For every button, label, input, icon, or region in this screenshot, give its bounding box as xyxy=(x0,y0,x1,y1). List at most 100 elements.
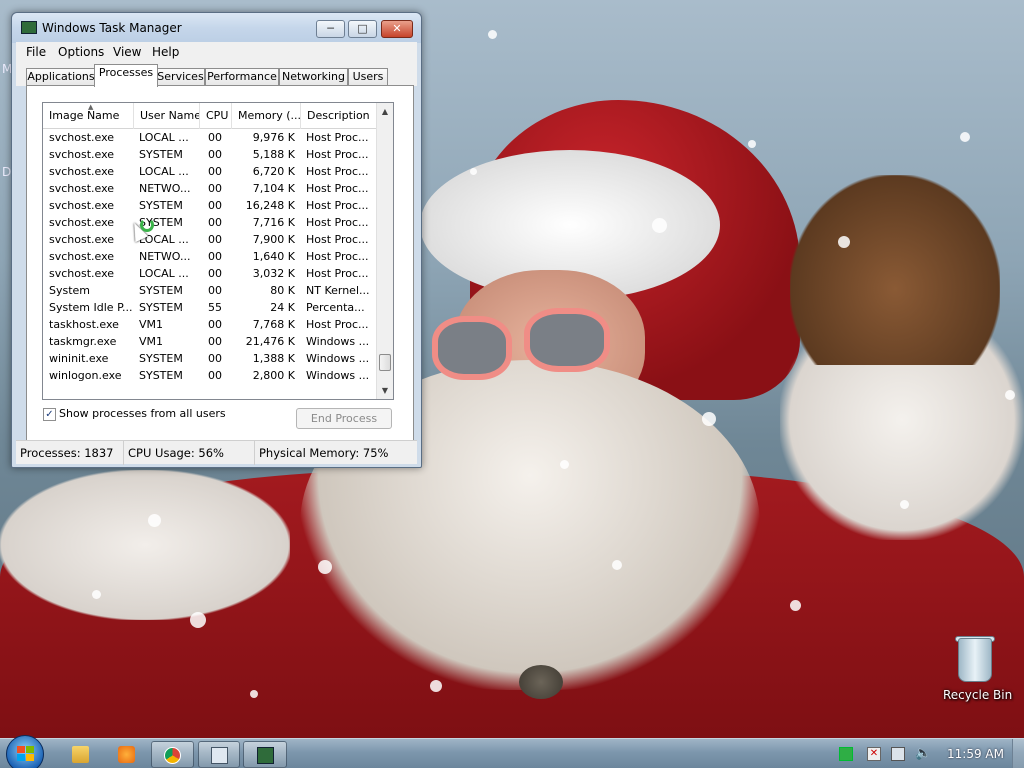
table-row[interactable]: taskmgr.exe VM1 00 21,476 K Windows ... xyxy=(43,333,377,350)
table-row[interactable]: svchost.exe SYSTEM 00 16,248 K Host Proc... xyxy=(43,197,377,214)
column-cpu[interactable]: CPU xyxy=(200,103,232,129)
scroll-up-arrow-icon[interactable]: ▲ xyxy=(377,103,393,120)
cell-image-name: wininit.exe xyxy=(49,352,109,365)
cell-memory: 7,900 K xyxy=(252,233,295,246)
task-manager-window[interactable]: Windows Task Manager ─ □ ✕ File Options … xyxy=(11,12,422,468)
cell-image-name: svchost.exe xyxy=(49,216,115,229)
clock[interactable]: 11:59 AM xyxy=(947,747,1004,761)
wallpaper-sleeve-left xyxy=(0,470,290,620)
process-list-header: ▲ Image Name User Name CPU Memory (... D… xyxy=(43,103,377,129)
column-description[interactable]: Description xyxy=(301,103,377,129)
cell-cpu: 00 xyxy=(208,335,222,348)
menu-file[interactable]: File xyxy=(26,45,46,59)
snowflake xyxy=(960,132,970,142)
tab-strip: Applications Processes Services Performa… xyxy=(16,62,417,87)
cell-memory: 1,640 K xyxy=(252,250,295,263)
cell-user-name: NETWO... xyxy=(139,182,191,195)
task-manager-icon xyxy=(257,747,274,764)
cell-user-name: LOCAL ... xyxy=(139,165,189,178)
taskbar-media-player[interactable] xyxy=(99,741,155,768)
table-row[interactable]: svchost.exe LOCAL ... 00 9,976 K Host Proc..… xyxy=(43,129,377,146)
action-center-icon[interactable]: ✕ xyxy=(867,747,881,761)
busy-spinner-icon xyxy=(140,218,154,232)
cell-image-name: taskmgr.exe xyxy=(49,335,117,348)
cell-cpu: 00 xyxy=(208,233,222,246)
taskbar-chrome[interactable] xyxy=(151,741,194,768)
tab-services[interactable]: Services xyxy=(156,68,205,86)
scroll-down-arrow-icon[interactable]: ▼ xyxy=(377,382,393,399)
tab-processes[interactable]: Processes xyxy=(94,64,158,87)
show-all-users-label: Show processes from all users xyxy=(59,407,226,420)
cell-image-name: svchost.exe xyxy=(49,131,115,144)
taskbar-switch-windows[interactable] xyxy=(198,741,240,768)
cell-memory: 80 K xyxy=(270,284,295,297)
cell-description: Windows ... xyxy=(306,352,370,365)
table-row[interactable]: taskhost.exe VM1 00 7,768 K Host Proc... xyxy=(43,316,377,333)
maximize-button[interactable]: □ xyxy=(348,20,377,38)
table-row[interactable]: svchost.exe SYSTEM 00 5,188 K Host Proc... xyxy=(43,146,377,163)
show-desktop-button[interactable] xyxy=(1012,739,1024,768)
close-button[interactable]: ✕ xyxy=(381,20,413,38)
taskbar: ✕ 🔈 11:59 AM xyxy=(0,735,1024,768)
snowflake xyxy=(838,236,850,248)
title-bar[interactable]: Windows Task Manager ─ □ ✕ xyxy=(12,13,421,43)
network-icon[interactable] xyxy=(839,747,853,761)
system-tray: ✕ 🔈 11:59 AM xyxy=(835,739,1024,768)
snowflake xyxy=(148,514,161,527)
cell-user-name: NETWO... xyxy=(139,250,191,263)
display-icon[interactable] xyxy=(891,747,905,761)
cell-memory: 5,188 K xyxy=(252,148,295,161)
table-row[interactable]: winlogon.exe SYSTEM 00 2,800 K Windows ... xyxy=(43,367,377,384)
show-all-users-checkbox[interactable]: ✓ xyxy=(43,408,56,421)
status-physical-memory: Physical Memory: 75% xyxy=(259,446,389,460)
table-row[interactable]: System SYSTEM 00 80 K NT Kernel... xyxy=(43,282,377,299)
recycle-bin-shortcut[interactable]: Recycle Bin xyxy=(943,636,1012,706)
cell-image-name: System xyxy=(49,284,91,297)
end-process-button[interactable]: End Process xyxy=(296,408,392,429)
table-row[interactable]: svchost.exe NETWO... 00 7,104 K Host Proc... xyxy=(43,180,377,197)
snowflake xyxy=(612,560,622,570)
table-row[interactable]: svchost.exe SYSTEM 00 7,716 K Host Proc... xyxy=(43,214,377,231)
volume-icon[interactable]: 🔈 xyxy=(915,747,931,761)
table-row[interactable]: svchost.exe LOCAL ... 00 3,032 K Host Proc..… xyxy=(43,265,377,282)
vertical-scrollbar[interactable]: ▲ ▼ xyxy=(376,103,393,399)
start-button[interactable] xyxy=(6,735,44,768)
snowflake xyxy=(748,140,756,148)
table-row[interactable]: wininit.exe SYSTEM 00 1,388 K Windows ... xyxy=(43,350,377,367)
table-row[interactable]: svchost.exe LOCAL ... 00 7,900 K Host Proc..… xyxy=(43,231,377,248)
cell-description: Host Proc... xyxy=(306,216,369,229)
process-list[interactable]: ▲ Image Name User Name CPU Memory (... D… xyxy=(42,102,394,400)
taskbar-task-manager[interactable] xyxy=(243,741,287,768)
menu-view[interactable]: View xyxy=(113,45,141,59)
cell-description: Host Proc... xyxy=(306,165,369,178)
cell-image-name: winlogon.exe xyxy=(49,369,122,382)
cell-memory: 3,032 K xyxy=(252,267,295,280)
column-memory[interactable]: Memory (... xyxy=(232,103,301,129)
scroll-thumb[interactable] xyxy=(379,354,391,371)
tab-networking[interactable]: Networking xyxy=(279,68,348,86)
table-row[interactable]: System Idle P... SYSTEM 55 24 K Percenta... xyxy=(43,299,377,316)
tab-performance[interactable]: Performance xyxy=(205,68,279,86)
cell-cpu: 00 xyxy=(208,199,222,212)
snowflake xyxy=(190,612,206,628)
tab-users[interactable]: Users xyxy=(348,68,388,86)
cell-user-name: VM1 xyxy=(139,318,164,331)
column-user-name[interactable]: User Name xyxy=(134,103,200,129)
cell-cpu: 00 xyxy=(208,165,222,178)
status-bar: Processes: 1837 CPU Usage: 56% Physical … xyxy=(16,440,417,465)
column-image-name[interactable]: ▲ Image Name xyxy=(43,103,134,129)
cell-user-name: LOCAL ... xyxy=(139,267,189,280)
table-row[interactable]: svchost.exe LOCAL ... 00 6,720 K Host Proc..… xyxy=(43,163,377,180)
cell-user-name: SYSTEM xyxy=(139,148,183,161)
menu-help[interactable]: Help xyxy=(152,45,179,59)
tab-applications[interactable]: Applications xyxy=(26,68,96,86)
menu-options[interactable]: Options xyxy=(58,45,104,59)
wallpaper-coat-button xyxy=(519,665,563,699)
snowflake xyxy=(900,500,909,509)
explorer-icon xyxy=(72,746,89,763)
windows-logo-icon xyxy=(17,746,34,762)
minimize-button[interactable]: ─ xyxy=(316,20,345,38)
wallpaper-glove xyxy=(790,175,1000,365)
chrome-icon xyxy=(164,747,181,764)
table-row[interactable]: svchost.exe NETWO... 00 1,640 K Host Proc... xyxy=(43,248,377,265)
